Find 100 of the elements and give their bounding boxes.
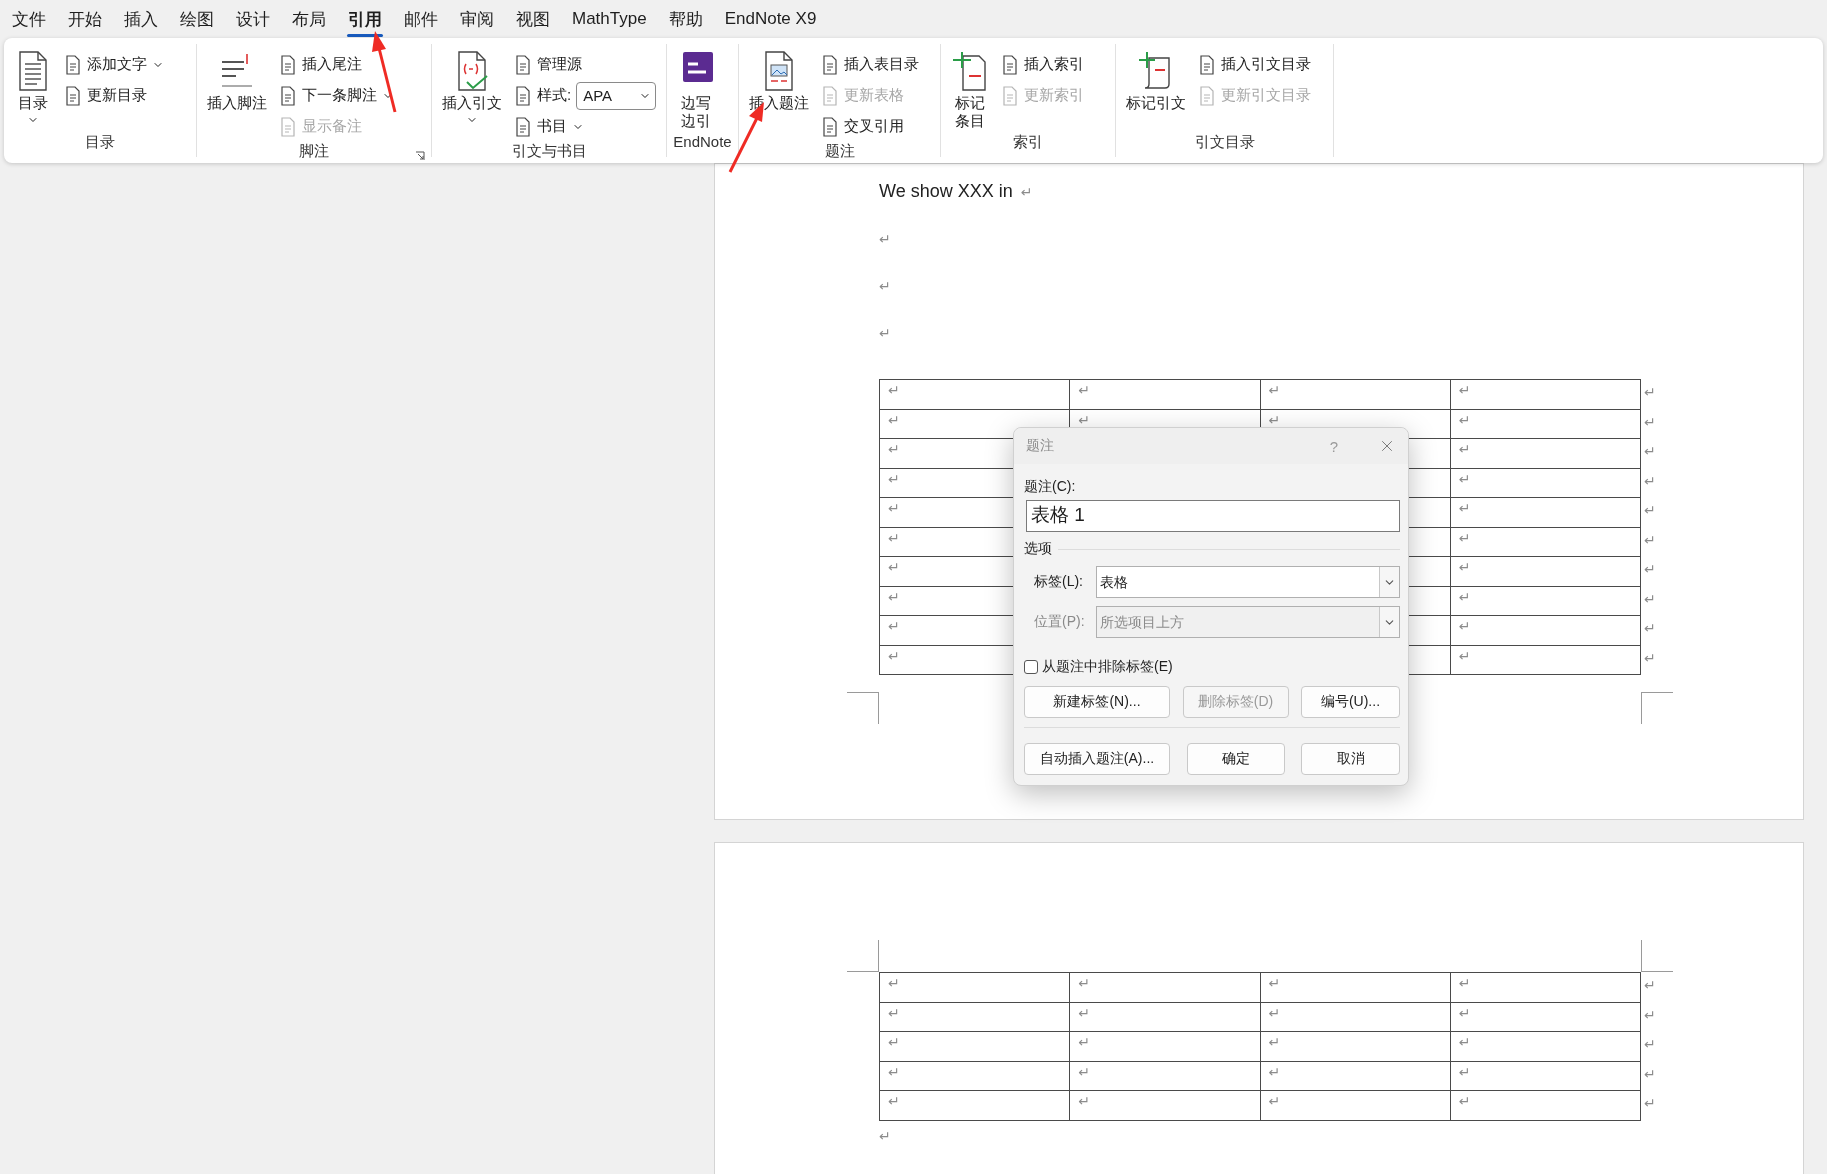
- ribbon-button[interactable]: 管理源: [512, 49, 659, 80]
- paragraph-mark: ↵: [879, 230, 891, 247]
- row-end-mark: ↵: [1643, 589, 1656, 609]
- table-cell: ↵: [1069, 1061, 1260, 1091]
- dialog-button[interactable]: 确定: [1186, 743, 1285, 775]
- table-cell: ↵: [1450, 1061, 1641, 1091]
- document-icon: [1001, 85, 1019, 106]
- row-end-mark: ↵: [1643, 383, 1656, 402]
- table-cell: ↵: [1260, 1002, 1451, 1032]
- table-cell: ↵: [879, 379, 1070, 409]
- table-cell: ↵: [1069, 379, 1260, 409]
- document-icon: [514, 54, 532, 75]
- launcher-icon[interactable]: [415, 151, 425, 161]
- row-end-mark: ↵: [1643, 442, 1656, 461]
- group-label: 引文与书目: [511, 142, 587, 161]
- menu-tab[interactable]: 布局: [281, 0, 337, 38]
- paragraph-mark: ↵: [879, 324, 891, 341]
- ribbon-button[interactable]: 插入引文目录: [1196, 49, 1313, 80]
- document-icon: [821, 85, 839, 106]
- menu-tab[interactable]: EndNote X9: [713, 0, 828, 38]
- table-cell: ↵: [1069, 1002, 1260, 1032]
- table-cell: ↵: [879, 972, 1070, 1002]
- table-cell: ↵: [1260, 1031, 1451, 1061]
- ribbon-button[interactable]: 添加文字: [62, 49, 166, 80]
- ribbon-button[interactable]: 插入尾注: [277, 49, 396, 80]
- ribbon-button[interactable]: 书目: [512, 111, 659, 142]
- dropdown-field[interactable]: 表格: [1096, 566, 1400, 598]
- row-end-mark: ↵: [1643, 412, 1656, 432]
- paragraph-mark: ↵: [879, 277, 891, 294]
- document-icon: [279, 54, 297, 75]
- document-icon: [821, 116, 839, 137]
- row-end-mark: ↵: [1643, 1005, 1656, 1025]
- menu-tab[interactable]: 引用: [337, 0, 393, 38]
- dialog-button[interactable]: 新建标签(N)...: [1024, 686, 1170, 718]
- row-end-mark: ↵: [1643, 1064, 1656, 1084]
- menu-tab[interactable]: 文件: [1, 0, 57, 38]
- ribbon-button[interactable]: 更新目录: [62, 80, 166, 111]
- document-icon: [1001, 54, 1019, 75]
- menu-tab[interactable]: 绘图: [169, 0, 225, 38]
- row-end-mark: ↵: [1643, 648, 1656, 668]
- table-cell: ↵: [879, 1031, 1070, 1061]
- table-cell: ↵: [1450, 1031, 1641, 1061]
- ribbon-large-button[interactable]: 插入脚注: [205, 48, 269, 142]
- menu-tab[interactable]: 邮件: [393, 0, 449, 38]
- ribbon-button[interactable]: 插入索引: [999, 49, 1086, 80]
- table-cell: ↵: [1450, 379, 1641, 409]
- document-icon: [64, 54, 82, 75]
- menu-tab[interactable]: 视图: [505, 0, 561, 38]
- menu-tab[interactable]: 帮助: [657, 0, 714, 38]
- body-text: We show XXX in: [879, 181, 1013, 202]
- document-icon: [514, 85, 532, 106]
- table-cell: ↵: [1450, 645, 1641, 675]
- dialog-button[interactable]: 自动插入题注(A)...: [1024, 743, 1170, 775]
- menu-tab[interactable]: MathType: [561, 0, 658, 38]
- dialog-button[interactable]: 编号(U)...: [1301, 686, 1400, 718]
- table-cell: ↵: [879, 1090, 1070, 1120]
- section-heading: 选项: [1024, 540, 1052, 558]
- document-icon: [1198, 85, 1216, 106]
- group-label: EndNote: [673, 133, 732, 152]
- ribbon-large-button[interactable]: 边写 边引: [675, 48, 717, 133]
- row-end-mark: ↵: [1643, 976, 1656, 995]
- menu-tab[interactable]: 设计: [225, 0, 281, 38]
- dialog-title: 题注: [1026, 437, 1055, 455]
- row-end-mark: ↵: [1643, 501, 1656, 520]
- ribbon-button[interactable]: 交叉引用: [819, 111, 921, 142]
- row-end-mark: ↵: [1643, 1094, 1656, 1113]
- dialog-button[interactable]: 取消: [1301, 743, 1400, 775]
- table-cell: ↵: [1069, 972, 1260, 1002]
- ribbon-large-button[interactable]: 插入引文: [440, 48, 504, 142]
- checkbox[interactable]: [1024, 660, 1038, 674]
- ribbon-large-button[interactable]: 目录: [12, 48, 54, 133]
- table-cell: ↵: [1450, 1090, 1641, 1120]
- paragraph-mark: ↵: [1020, 183, 1033, 200]
- table-cell: ↵: [1069, 1090, 1260, 1120]
- menu-tab[interactable]: 审阅: [449, 0, 505, 38]
- table-cell: ↵: [1450, 409, 1641, 439]
- table-cell: ↵: [1450, 497, 1641, 527]
- document-icon: [279, 85, 297, 106]
- group-label: 索引: [1013, 133, 1043, 152]
- table-cell: ↵: [1450, 438, 1641, 468]
- row-end-mark: ↵: [1643, 560, 1656, 579]
- group-label: 题注: [824, 142, 855, 161]
- table-cell: ↵: [1450, 586, 1641, 616]
- style-select[interactable]: APA: [576, 81, 657, 110]
- caption-input[interactable]: 表格 1: [1026, 500, 1400, 532]
- menu-tab[interactable]: 开始: [57, 0, 113, 38]
- group-label: 引文目录: [1194, 133, 1255, 152]
- ribbon-large-button[interactable]: 标记 条目: [949, 48, 991, 133]
- table-cell: ↵: [1450, 615, 1641, 645]
- table-cell: ↵: [1260, 1061, 1451, 1091]
- table-cell: ↵: [1450, 527, 1641, 557]
- table-cell: ↵: [879, 1002, 1070, 1032]
- table-cell: ↵: [1260, 1090, 1451, 1120]
- menu-tab[interactable]: 插入: [113, 0, 169, 38]
- ribbon-button[interactable]: 下一条脚注: [277, 80, 396, 111]
- ribbon-button[interactable]: 插入表目录: [819, 49, 921, 80]
- table-cell: ↵: [1260, 379, 1451, 409]
- ribbon-large-button[interactable]: 标记引文: [1124, 48, 1188, 133]
- document-icon: [514, 116, 532, 137]
- paragraph-mark: ↵: [879, 1127, 891, 1144]
